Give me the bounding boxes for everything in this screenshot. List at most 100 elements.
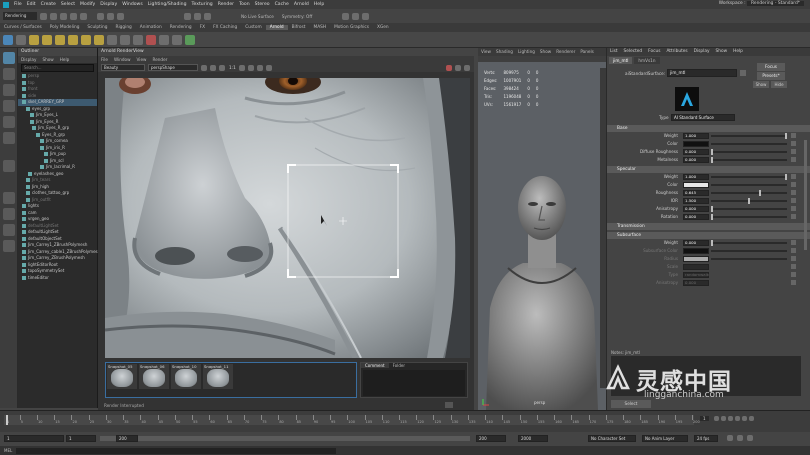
layout-side-icon[interactable] [3,224,15,236]
arnold-renderview-icon[interactable] [16,34,26,45]
attr-menu-help[interactable]: Help [733,49,743,54]
attr-slider[interactable] [711,198,787,204]
redo-icon[interactable] [80,12,87,20]
outliner-menu-help[interactable]: Help [60,57,70,62]
shelf-tab-mash[interactable]: MASH [309,25,330,30]
shelf-tab-curves-surfaces[interactable]: Curves / Surfaces [0,25,46,30]
camera-dropdown[interactable]: perspShape [148,64,198,71]
snap-point-icon[interactable] [204,12,211,20]
slider-handle[interactable] [711,157,713,163]
step-forward-icon[interactable] [741,416,747,421]
map-button-icon[interactable] [791,280,796,285]
persp-viewport[interactable]: View Shading Lighting Show Renderer Panels Ve… [478,48,606,410]
map-button-icon[interactable] [791,141,796,146]
shelf-tab-fx[interactable]: FX [196,25,209,30]
cmd-lang-label[interactable]: MEL [4,448,12,453]
color-mgmt-icon[interactable] [265,64,272,71]
menu-arnold[interactable]: Arnold [294,2,309,7]
presets-button[interactable]: Presets* [757,72,785,80]
texture-manager-icon[interactable] [159,34,169,45]
section-header-subsurface[interactable]: Subsurface [607,232,810,239]
menu-display[interactable]: Display [100,2,117,7]
renderview-menu-view[interactable]: View [137,57,147,62]
slider-handle[interactable] [711,214,713,220]
attr-value-field[interactable]: 0.000 [683,149,709,155]
slider-handle[interactable] [711,206,713,212]
section-header-specular[interactable]: Specular [607,166,810,173]
live-surface-label[interactable]: No Live Surface [241,14,274,19]
rotate-tool-icon[interactable] [3,116,15,128]
attr-slider[interactable] [711,157,787,163]
outliner-item[interactable]: timeEditor [18,275,97,282]
attr-menu-display[interactable]: Display [694,49,710,54]
map-button-icon[interactable] [791,198,796,203]
renderview-menu-file[interactable]: File [101,57,108,62]
shelf-tab-custom[interactable]: Custom [241,25,265,30]
map-button-icon[interactable] [791,256,796,261]
menu-edit[interactable]: Edit [27,2,36,7]
refresh-render-icon[interactable] [455,64,461,71]
map-button-icon[interactable] [791,214,796,219]
snapshot-thumb[interactable]: Snapshot_10 [171,364,201,389]
slider-handle[interactable] [785,133,787,139]
viewport-menu-show[interactable]: Show [540,49,551,54]
current-frame-field[interactable]: 1 [700,416,709,421]
map-button-icon[interactable] [791,206,796,211]
attr-value-field[interactable]: 0.000 [683,280,709,286]
snapshot-thumb[interactable]: Snapshot_06 [139,364,169,389]
side-tabs[interactable] [600,68,606,388]
snap-curve-icon[interactable] [194,12,201,20]
area-light-icon[interactable] [29,34,39,45]
select-hierarchy-icon[interactable] [97,12,104,20]
aov-dropdown[interactable]: Beauty [101,64,145,71]
undo-icon[interactable] [70,12,77,20]
range-end-inner[interactable]: 200 [116,435,138,442]
attr-slider[interactable] [711,143,787,145]
anim-layer-dropdown[interactable]: No Anim Layer [642,435,688,442]
range-bar[interactable] [100,436,470,441]
renderview-options-icon[interactable] [445,402,453,408]
photometric-light-icon[interactable] [68,34,78,45]
symmetry-label[interactable]: Symmetry: Off [282,14,312,19]
render-image[interactable] [105,78,470,358]
shelf-tab-rigging[interactable]: Rigging [112,25,136,30]
attr-slider[interactable] [711,240,787,246]
menu-toon[interactable]: Toon [239,2,250,7]
paint-select-icon[interactable] [3,84,15,96]
last-tool-icon[interactable] [3,160,15,172]
open-scene-icon[interactable] [50,12,57,20]
step-back-icon[interactable] [720,416,726,421]
viewport-menu-view[interactable]: View [481,49,491,54]
range-start-field[interactable]: 1 [66,435,96,442]
time-slider[interactable]: 1 5 10 15 20 25 30 35 40 45 50 55 60 65 70 75 80 85 90 95 10… [0,410,810,432]
outliner-search-input[interactable]: Search... [21,64,94,72]
attr-menu-attributes[interactable]: Attributes [666,49,687,54]
map-button-icon[interactable] [791,133,796,138]
viewport-menu-panels[interactable]: Panels [580,49,593,54]
map-button-icon[interactable] [791,272,796,277]
end-time-field[interactable]: 2000 [518,435,548,442]
section-header-transmission[interactable]: Transmission [607,223,810,230]
renderview-menu-render[interactable]: Render [152,57,167,62]
light-manager-icon[interactable] [172,34,182,45]
section-header-base[interactable]: Base [607,125,810,132]
attr-slider[interactable] [711,190,787,196]
shelf-tab-sculpting[interactable]: Sculpting [83,25,111,30]
menu-cache[interactable]: Cache [275,2,289,7]
arnold-help-icon[interactable] [185,34,195,45]
attr-value-field[interactable]: 1.000 [683,174,709,180]
menu-help[interactable]: Help [314,2,324,7]
attr-tab[interactable]: hmVs1n [634,57,660,64]
menu-create[interactable]: Create [41,2,56,7]
color-swatch[interactable] [683,182,709,188]
viewport-menu-lighting[interactable]: Lighting [518,49,535,54]
arnold-render-icon[interactable] [3,34,13,45]
slider-handle[interactable] [711,149,713,155]
layout-four-icon[interactable] [3,208,15,220]
attr-value-field[interactable]: 0.000 [683,157,709,163]
attr-value-field[interactable]: randomwalk [683,272,709,278]
map-button-icon[interactable] [791,174,796,179]
attr-slider[interactable] [711,206,787,212]
slider-handle[interactable] [758,190,761,196]
attr-value-field[interactable]: 0.645 [683,190,709,196]
